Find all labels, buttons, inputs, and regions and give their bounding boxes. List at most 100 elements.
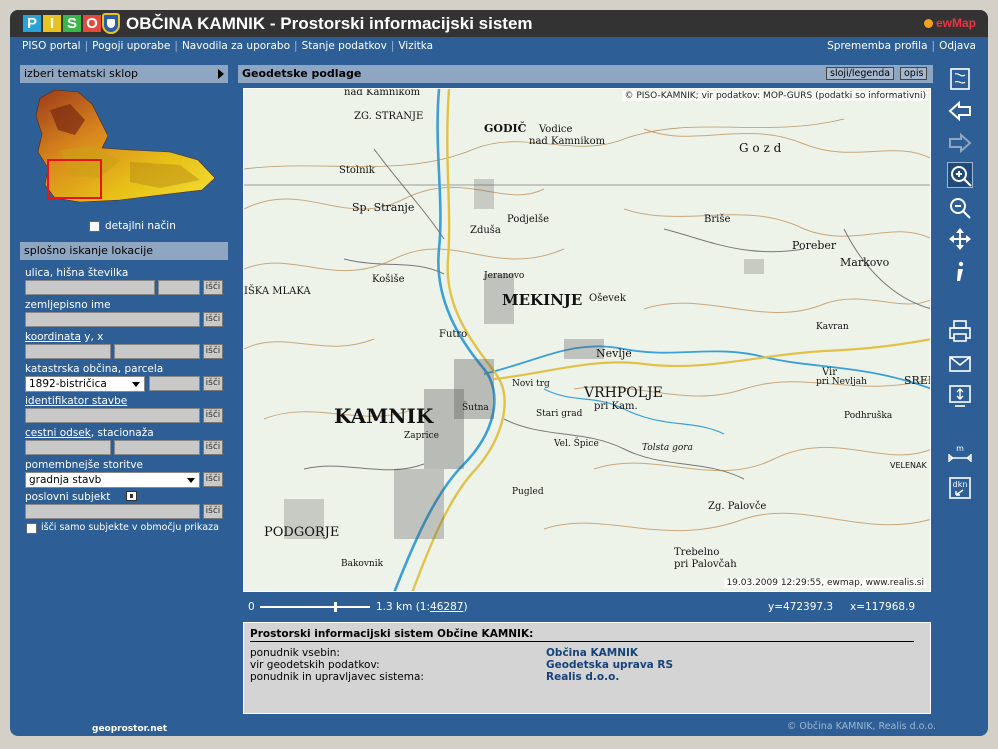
coordinate-y-readout: y=472397.3 xyxy=(768,601,834,613)
zoom-out-tool[interactable] xyxy=(947,195,973,221)
svg-text:dkn: dkn xyxy=(953,480,968,489)
place-name-input[interactable] xyxy=(25,312,200,327)
map-place-poreber: Poreber xyxy=(792,239,837,252)
search-header: splošno iskanje lokacije xyxy=(20,242,228,260)
ruler-icon: m xyxy=(948,444,972,462)
scale-slider[interactable] xyxy=(260,602,370,612)
cadastre-select[interactable]: 1892-bistričica xyxy=(25,376,145,392)
layers-legend-button[interactable]: sloji/legenda xyxy=(826,67,895,80)
services-search-button[interactable]: išči xyxy=(203,472,223,487)
info-link-content-provider[interactable]: Občina KAMNIK xyxy=(546,647,638,659)
map-place-pri-kam: pri Kam. xyxy=(594,401,638,412)
building-search-button[interactable]: išči xyxy=(203,408,223,423)
app-title: OBČINA KAMNIK - Prostorski informacijski… xyxy=(126,14,533,33)
map-place-novi-trg: Novi trg xyxy=(512,379,550,389)
cadastre-search-button[interactable]: išči xyxy=(203,376,223,391)
coord-search-button[interactable]: išči xyxy=(203,344,223,359)
services-select[interactable]: gradnja stavb xyxy=(25,472,200,488)
footer-logo[interactable]: geoprostor.net xyxy=(92,724,167,734)
scale-label: 1.3 km (1:46287) xyxy=(376,601,468,613)
nav-link-pogoji[interactable]: Pogoji uporabe xyxy=(92,40,170,52)
business-info-icon[interactable] xyxy=(126,491,137,501)
street-search-button[interactable]: išči xyxy=(203,280,223,295)
measure-tool[interactable]: m xyxy=(947,442,973,468)
map-place-markovo: Markovo xyxy=(840,256,890,269)
move-icon xyxy=(949,228,971,250)
email-tool[interactable] xyxy=(947,351,973,377)
coordinate-link[interactable]: koordinata xyxy=(25,331,81,343)
title-bar: P I S O OBČINA KAMNIK - Prostorski infor… xyxy=(10,10,988,37)
nav-link-profile[interactable]: Sprememba profila xyxy=(827,40,927,52)
nav-link-navodila[interactable]: Navodila za uporabo xyxy=(182,40,290,52)
info-link-system-provider[interactable]: Realis d.o.o. xyxy=(546,671,619,683)
business-input[interactable] xyxy=(25,504,200,519)
coord-y-input[interactable] xyxy=(25,344,111,359)
scale-ratio-link[interactable]: 46287 xyxy=(430,601,463,613)
monitor-arrow-icon xyxy=(949,385,971,407)
map-place-kamnik: KAMNIK xyxy=(334,404,434,428)
scale-zero: 0 xyxy=(248,601,255,613)
map-header: Geodetske podlage sloji/legenda opis xyxy=(238,65,933,83)
info-divider xyxy=(250,641,914,642)
print-tool[interactable] xyxy=(947,318,973,344)
back-tool[interactable] xyxy=(947,98,973,124)
business-search-button[interactable]: išči xyxy=(203,504,223,519)
scale-slider-thumb[interactable] xyxy=(334,602,337,612)
map-place-osevek: Oševek xyxy=(589,293,626,304)
nav-link-vizitka[interactable]: Vizitka xyxy=(398,40,433,52)
map-place-nad-kamnikom-2: nad Kamnikom xyxy=(529,136,606,147)
map-place-stolnik: Stolnik xyxy=(339,165,375,176)
map-place-zaprice: Zaprice xyxy=(404,431,439,441)
municipality-crest-icon xyxy=(102,13,120,34)
nav-bar: PISO portal | Pogoji uporabe | Navodila za u… xyxy=(10,37,988,54)
nav-link-piso-portal[interactable]: PISO portal xyxy=(22,40,81,52)
map-place-mekinje: MEKINJE xyxy=(502,291,583,309)
envelope-icon xyxy=(949,356,971,372)
street-input[interactable] xyxy=(25,280,155,295)
road-section-input[interactable] xyxy=(25,440,111,455)
map-header-title: Geodetske podlage xyxy=(242,67,362,80)
map-place-kavran: Kavran xyxy=(816,322,849,332)
map-place-podjelse: Podjelše xyxy=(507,214,550,225)
detail-mode-checkbox[interactable] xyxy=(89,221,100,232)
road-search-button[interactable]: išči xyxy=(203,440,223,455)
nav-left: PISO portal | Pogoji uporabe | Navodila za u… xyxy=(22,40,434,52)
only-area-checkbox[interactable] xyxy=(26,523,37,534)
map-place-tolsta-gora: Tolsta gora xyxy=(642,443,693,453)
info-label-geodetic: vir geodetskih podatkov: xyxy=(250,659,380,671)
building-id-input[interactable] xyxy=(25,408,200,423)
zoom-in-tool[interactable] xyxy=(947,162,973,188)
street-label: ulica, hišna številka xyxy=(25,267,129,279)
overview-map-tool[interactable] xyxy=(947,66,973,92)
nav-link-stanje[interactable]: Stanje podatkov xyxy=(302,40,387,52)
map-place-nad-kamnikom: nad Kamnikom xyxy=(344,88,421,98)
map-place-godic: GODIČ xyxy=(484,122,527,135)
coord-x-input[interactable] xyxy=(114,344,200,359)
logo-letter-s: S xyxy=(63,15,81,32)
road-section-link[interactable]: cestni odsek xyxy=(25,427,91,439)
brand-logo: ewMap xyxy=(923,16,976,30)
map-place-mlaka: IŠKA MLAKA xyxy=(244,286,311,297)
forward-tool[interactable] xyxy=(947,130,973,156)
map-place-kosise: Košiše xyxy=(372,274,405,285)
export-tool[interactable] xyxy=(947,383,973,409)
brand-text: ewMap xyxy=(935,16,976,30)
stationing-input[interactable] xyxy=(114,440,200,455)
services-select-value: gradnja stavb xyxy=(29,474,102,486)
coordinate-suffix: y, x xyxy=(84,331,104,343)
info-tool[interactable] xyxy=(947,259,973,285)
theme-selector-header[interactable]: izberi tematski sklop xyxy=(20,65,228,83)
description-button[interactable]: opis xyxy=(900,67,928,80)
nav-link-logout[interactable]: Odjava xyxy=(939,40,976,52)
building-id-link[interactable]: identifikator stavbe xyxy=(25,395,127,407)
info-link-geodetic-source[interactable]: Geodetska uprava RS xyxy=(546,659,673,671)
map-canvas[interactable]: ZG. STRANJE nad Kamnikom GODIČ Vodice na… xyxy=(243,88,931,592)
parcel-input[interactable] xyxy=(149,376,200,391)
dkn-tool[interactable]: dkn xyxy=(947,475,973,501)
pan-tool[interactable] xyxy=(947,226,973,252)
overview-minimap[interactable] xyxy=(30,90,220,205)
map-timestamp: 19.03.2009 12:29:55, ewmap, www.realis.s… xyxy=(724,578,926,588)
place-search-button[interactable]: išči xyxy=(203,312,223,327)
house-number-input[interactable] xyxy=(158,280,200,295)
map-place-zg-palovce: Zg. Palovče xyxy=(708,501,767,512)
